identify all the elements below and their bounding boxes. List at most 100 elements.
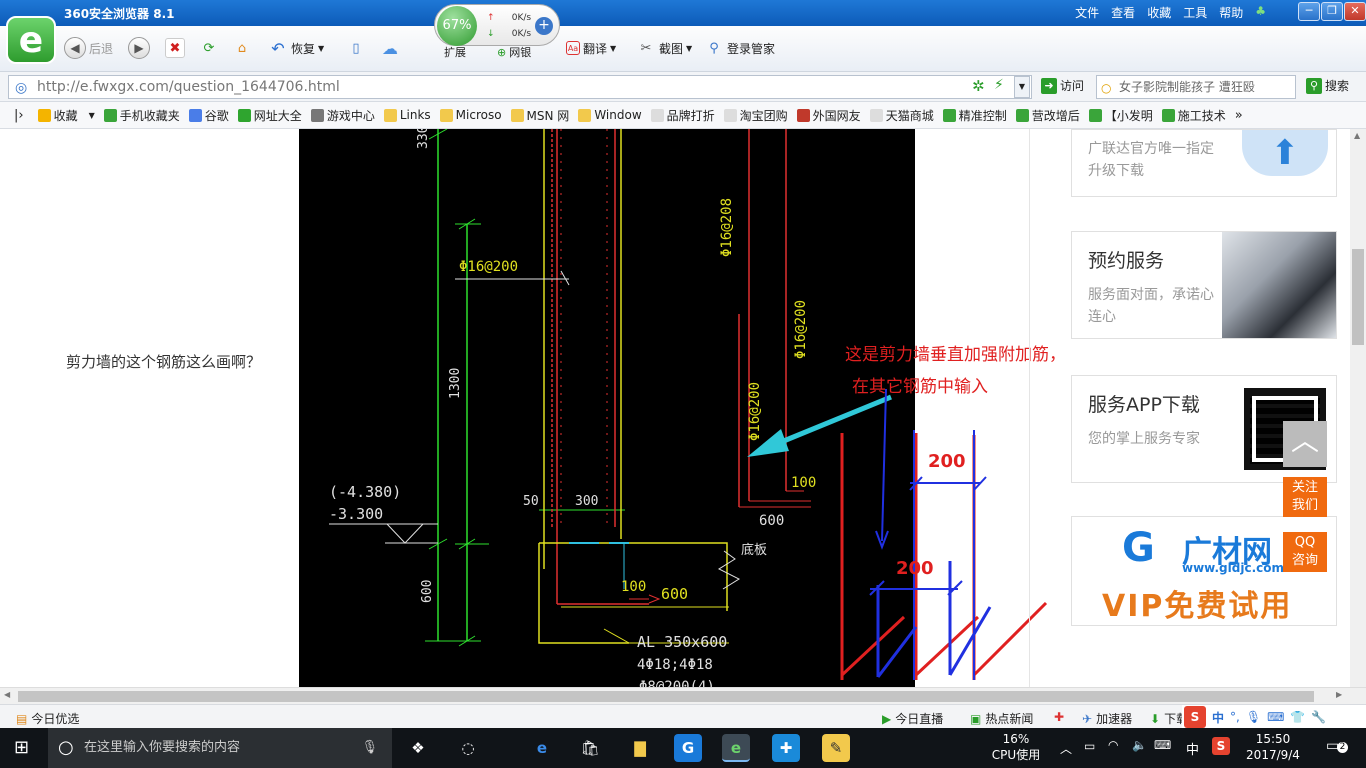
close-button[interactable]: ✕ xyxy=(1344,2,1366,21)
volume-icon[interactable]: 🔈 xyxy=(1132,738,1147,752)
browser-360-taskbar-icon[interactable]: e xyxy=(722,734,750,762)
keyboard-icon[interactable]: ⌨ xyxy=(1154,738,1171,752)
taskbar-search-input[interactable]: ○ 在这里输入你要搜索的内容 🎙 xyxy=(48,728,392,768)
search-input[interactable]: ○ 女子影院制能孩子 遭狂殴 xyxy=(1096,75,1296,99)
cloud-button[interactable]: ☁ xyxy=(380,36,400,60)
bookmark-item[interactable]: Links xyxy=(383,108,431,122)
scroll-left-icon[interactable]: ◀ xyxy=(4,690,10,699)
screenshot-button[interactable]: ✂ 截图 ▼ xyxy=(636,36,693,60)
refresh-spinner-icon[interactable]: ✲ xyxy=(972,77,985,95)
bookmark-item[interactable]: Window xyxy=(578,108,642,122)
accelerate-plus-icon[interactable]: + xyxy=(535,17,553,35)
back-button[interactable]: ◀ 后退 xyxy=(64,36,113,60)
file-explorer-icon[interactable]: ▇ xyxy=(626,734,654,762)
bookmark-label: 施工技术 xyxy=(1177,108,1226,123)
bookmark-label: Microso xyxy=(455,108,502,122)
edge-icon[interactable]: e xyxy=(528,734,556,762)
vertical-scrollbar[interactable]: ▲ xyxy=(1350,129,1366,687)
more-bookmarks-icon[interactable]: » xyxy=(1235,108,1243,123)
search-button[interactable]: ⚲ 搜索 xyxy=(1306,77,1349,94)
back-to-top-button[interactable]: ︿ xyxy=(1283,421,1327,467)
clock[interactable]: 15:50 2017/9/4 xyxy=(1240,731,1306,763)
bookmark-item[interactable]: 收藏 ▼ xyxy=(37,107,95,124)
forward-button[interactable]: ▶ xyxy=(128,36,150,60)
skin-icon[interactable]: ♣ xyxy=(1255,4,1266,21)
login-manager-button[interactable]: ⚲ 登录管家 xyxy=(704,36,775,60)
bookmark-item[interactable]: 淘宝团购 xyxy=(723,107,788,124)
store-icon[interactable]: 🛍 xyxy=(576,734,604,762)
cad-label-phi16-208: Φ16@208 xyxy=(719,198,735,257)
browser-logo-icon[interactable]: e xyxy=(6,16,56,64)
restore-button[interactable]: ↶ 恢复 ▼ xyxy=(268,36,324,60)
ad-appointment[interactable]: 预约服务 服务面对面，承诺心连心 xyxy=(1071,231,1337,339)
url-input[interactable]: ◎ http://e.fwxgx.com/question_1644706.ht… xyxy=(8,75,1032,99)
minimize-button[interactable]: ─ xyxy=(1298,2,1320,21)
stop-button[interactable]: ✖ xyxy=(165,36,185,60)
ime-indicator[interactable]: 中 xyxy=(1186,739,1199,758)
lightning-icon[interactable]: ⚡ xyxy=(994,77,1004,93)
notes-app-icon[interactable]: ✎ xyxy=(822,734,850,762)
hot-news-button[interactable]: ▣ 热点新闻 xyxy=(970,710,1033,727)
menu-file[interactable]: 文件 xyxy=(1075,4,1099,21)
chat-icon xyxy=(1161,108,1175,122)
bookmark-item[interactable]: 精准控制 xyxy=(942,107,1007,124)
home-button[interactable]: ⌂ xyxy=(232,36,252,60)
menu-help[interactable]: 帮助 xyxy=(1219,4,1243,21)
sidebar-toggle-icon[interactable]: |› xyxy=(14,108,24,123)
cpu-usage[interactable]: 16% CPU使用 xyxy=(990,731,1042,763)
translate-label: 翻译 xyxy=(583,41,608,56)
windows-start-icon[interactable]: ⊞ xyxy=(14,737,29,758)
scroll-right-icon[interactable]: ▶ xyxy=(1336,690,1342,699)
speed-ball-widget[interactable]: 67% ↑ 0K/s ↓ 0K/s + xyxy=(434,4,560,46)
menu-favorites[interactable]: 收藏 xyxy=(1147,4,1171,21)
cortana-icon[interactable]: ◌ xyxy=(454,734,482,762)
bookmark-item[interactable]: MSN 网 xyxy=(510,107,569,124)
vertical-scroll-thumb[interactable] xyxy=(1352,249,1364,345)
url-dropdown-icon[interactable]: ▼ xyxy=(1014,76,1030,98)
refresh-button[interactable]: ⟳ xyxy=(199,36,219,60)
follow-us-button[interactable]: 关注 我们 xyxy=(1283,477,1327,517)
ime-toolbar[interactable]: S 中 °, 🎙 ⌨ 👕 🔧 xyxy=(1182,705,1366,729)
ad-upgrade[interactable]: 广联达官方唯一指定升级下载 ⬆ xyxy=(1071,129,1337,197)
bookmark-item[interactable]: 外国网友 xyxy=(796,107,861,124)
bookmark-item[interactable]: 【小发明 xyxy=(1088,107,1153,124)
bookmark-item[interactable]: Microso xyxy=(439,108,502,122)
battery-icon[interactable]: ▭ xyxy=(1084,739,1095,753)
tray-chevron-up-icon[interactable]: ︿ xyxy=(1060,740,1072,757)
horizontal-scrollbar[interactable]: ◀ ▶ xyxy=(0,687,1366,704)
menu-tools[interactable]: 工具 xyxy=(1183,4,1207,21)
bookmark-item[interactable]: 施工技术 xyxy=(1161,107,1226,124)
bookmark-item[interactable]: 网址大全 xyxy=(237,107,302,124)
live-button[interactable]: ▶ 今日直播 xyxy=(882,710,943,727)
bookmark-item[interactable]: 营改增后 xyxy=(1015,107,1080,124)
wifi-icon[interactable]: ◠ xyxy=(1108,738,1118,752)
cpu-label: CPU使用 xyxy=(991,748,1041,762)
flag-icon xyxy=(796,108,810,122)
puzzle-button[interactable]: ✚ xyxy=(1054,710,1064,724)
visit-button[interactable]: ➜ 访问 xyxy=(1041,77,1084,94)
horizontal-scroll-thumb[interactable] xyxy=(18,691,1314,702)
menu-view[interactable]: 查看 xyxy=(1111,4,1135,21)
sogou-icon: S xyxy=(1184,706,1206,728)
sogou-tray-icon[interactable]: S xyxy=(1212,737,1230,755)
scroll-up-icon[interactable]: ▲ xyxy=(1354,131,1360,140)
scissors-icon: ✂ xyxy=(640,40,652,56)
mobile-button[interactable]: ▯ xyxy=(346,36,366,60)
accelerator-label: 加速器 xyxy=(1096,712,1133,726)
bookmark-item[interactable]: 游戏中心 xyxy=(310,107,375,124)
task-view-icon[interactable]: ❖ xyxy=(404,734,432,762)
bookmark-item[interactable]: 谷歌 xyxy=(188,107,229,124)
bookmark-item[interactable]: 品牌打折 xyxy=(650,107,715,124)
accelerator-button[interactable]: ✈ 加速器 xyxy=(1082,710,1132,727)
qq-consult-button[interactable]: QQ 咨询 xyxy=(1283,532,1327,572)
chevron-down-icon[interactable]: ▼ xyxy=(89,111,95,120)
gamepad-icon xyxy=(310,108,324,122)
today-picks-button[interactable]: ▤ 今日优选 xyxy=(16,710,79,727)
maximize-button[interactable]: ❐ xyxy=(1321,2,1343,21)
bookmark-item[interactable]: 天猫商城 xyxy=(869,107,934,124)
app-plus-icon[interactable]: ✚ xyxy=(772,734,800,762)
translate-button[interactable]: Aa 翻译 ▼ xyxy=(566,36,616,60)
glodon-icon[interactable]: G xyxy=(674,734,702,762)
bookmark-item[interactable]: 手机收藏夹 xyxy=(103,107,180,124)
cad-drawing-svg: 3300 Φ16@200 Φ16@208 Φ16@200 Φ16@200 130… xyxy=(329,129,892,687)
